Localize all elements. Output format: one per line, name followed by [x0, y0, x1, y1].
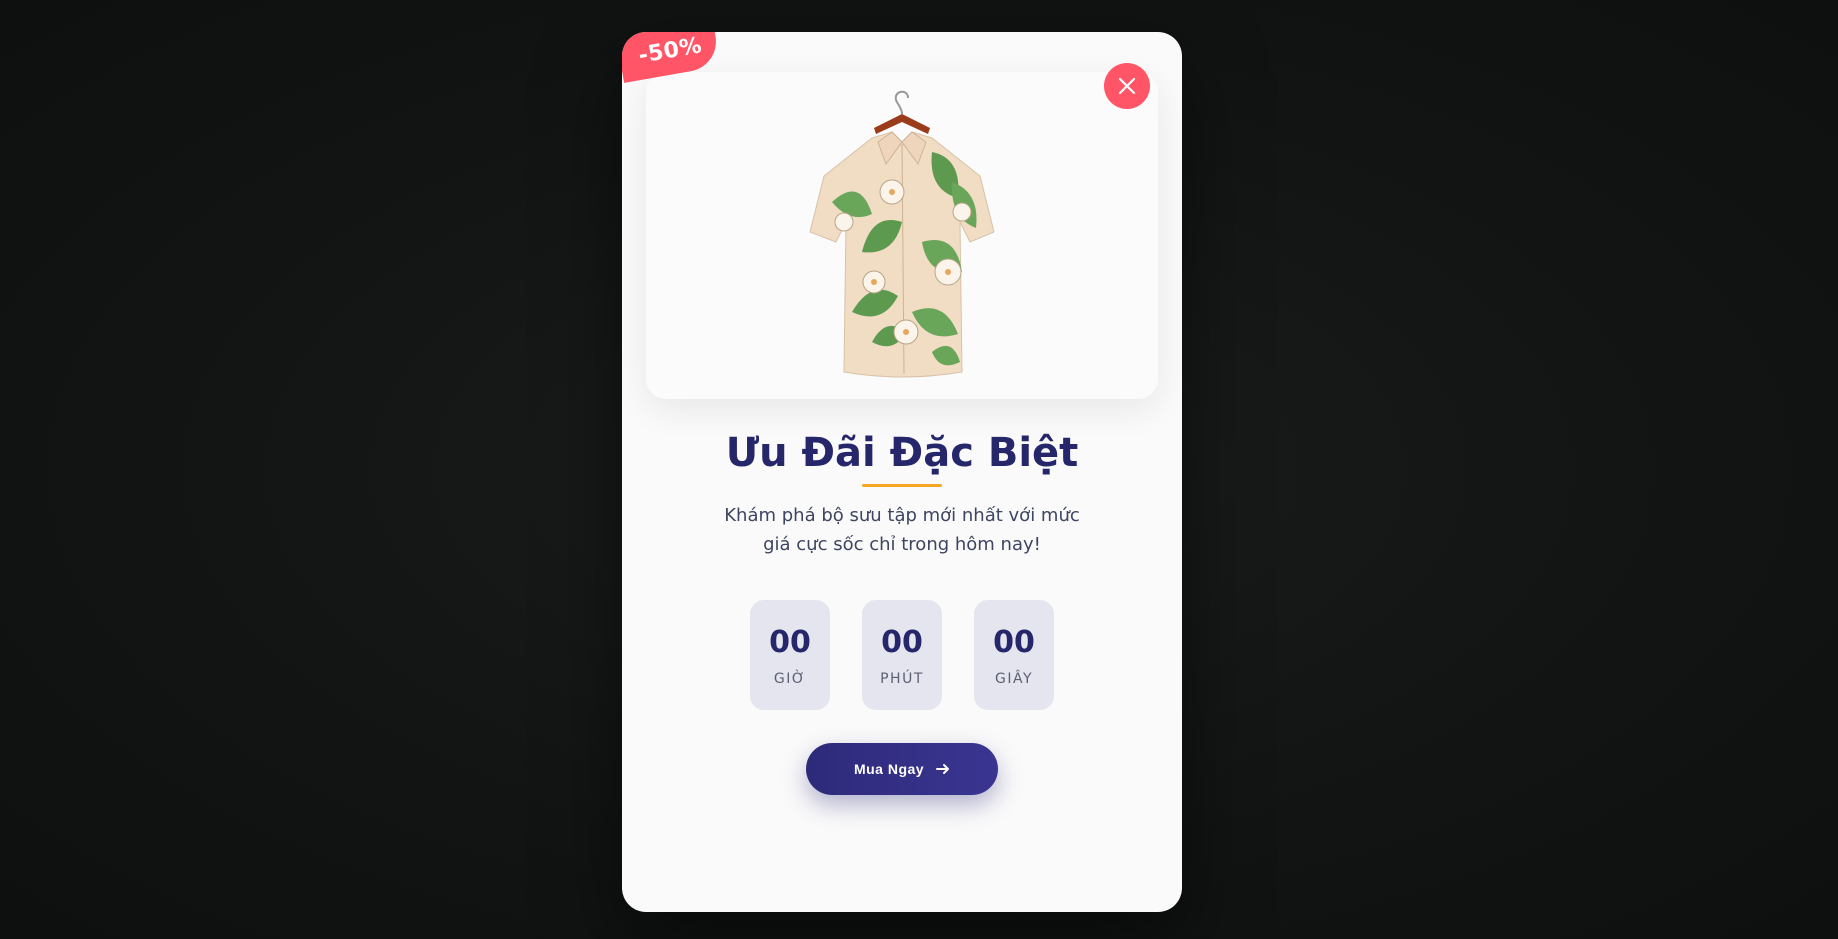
countdown-hours-label: GIỜ [773, 671, 807, 687]
popup-title: Ưu Đãi Đặc Biệt [725, 430, 1079, 476]
buy-now-button[interactable]: Mua Ngay [806, 743, 998, 795]
countdown-minutes-value: 00 [881, 625, 923, 660]
countdown-seconds: 00 GIÂY [974, 600, 1054, 710]
promo-popup: -50% Ưu Đãi Đặc Biệt Khám phá bộ sưu tập… [622, 32, 1182, 912]
close-icon [1118, 77, 1136, 95]
countdown-hours: 00 GIỜ [750, 600, 830, 710]
countdown-hours-value: 00 [769, 625, 811, 660]
buy-now-label: Mua Ngay [853, 761, 925, 777]
product-image-card [646, 72, 1158, 399]
popup-description: Khám phá bộ sưu tập mới nhất với mức giá… [724, 505, 1080, 555]
shirt-image [809, 90, 995, 378]
discount-badge-text: -50% [636, 32, 704, 69]
close-button[interactable] [1104, 63, 1150, 109]
title-underline [862, 484, 942, 487]
arrow-right-icon [936, 764, 950, 774]
countdown-minutes: 00 PHÚT [862, 600, 942, 710]
countdown-timer: 00 GIỜ 00 PHÚT 00 GIÂY [750, 600, 1054, 710]
countdown-seconds-value: 00 [993, 625, 1035, 660]
countdown-minutes-label: PHÚT [880, 671, 924, 687]
countdown-seconds-label: GIÂY [994, 671, 1034, 687]
